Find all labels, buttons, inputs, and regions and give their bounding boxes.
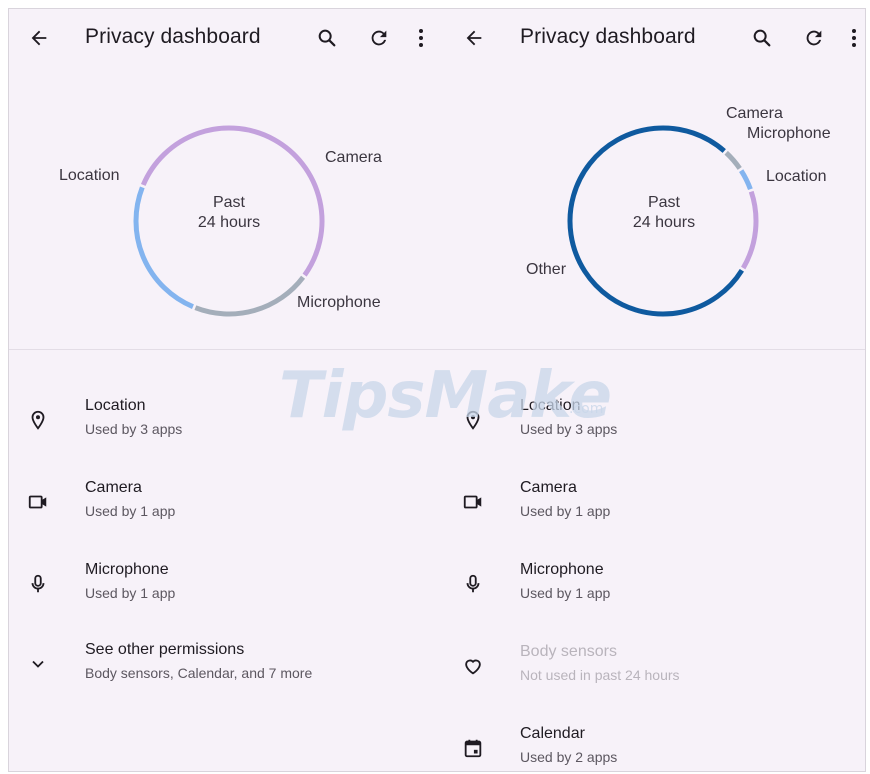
permission-title: Location: [85, 397, 146, 414]
permission-subtitle: Used by 3 apps: [520, 421, 618, 437]
permission-subtitle: Used by 1 app: [85, 585, 176, 601]
permission-row-calendar[interactable]: Calendar Used by 2 apps: [438, 721, 865, 771]
permission-row-body-sensors[interactable]: Body sensors Not used in past 24 hours: [438, 639, 865, 699]
top-app-bar: Privacy dashboard: [438, 9, 865, 67]
section-divider: [9, 349, 865, 350]
search-icon[interactable]: [309, 20, 345, 56]
chart-center-label: Past 24 hours: [179, 193, 279, 233]
donut-segment-camera: [724, 150, 742, 170]
donut-segment-microphone: [739, 169, 753, 191]
permission-subtitle: Body sensors, Calendar, and 7 more: [85, 665, 313, 681]
permission-row-microphone[interactable]: Microphone Used by 1 app: [9, 557, 438, 617]
more-vert-icon[interactable]: [842, 20, 865, 56]
center-line1: Past: [212, 194, 245, 211]
permission-title: Microphone: [85, 561, 169, 578]
permission-row-camera[interactable]: Camera Used by 1 app: [438, 475, 865, 535]
permission-title: Microphone: [520, 561, 604, 578]
permission-row-location[interactable]: Location Used by 3 apps: [438, 393, 865, 453]
chevron-down-icon: [25, 651, 51, 677]
refresh-icon[interactable]: [361, 20, 397, 56]
permission-subtitle: Used by 1 app: [520, 503, 611, 519]
permission-title: Camera: [520, 479, 577, 496]
heart-icon: [460, 653, 486, 679]
location-pin-icon: [460, 407, 486, 433]
permission-title: Calendar: [520, 725, 585, 742]
permission-title: Camera: [85, 479, 142, 496]
segment-label-location: Location: [766, 168, 827, 185]
permission-row-location[interactable]: Location Used by 3 apps: [9, 393, 438, 453]
permission-title: Location: [520, 397, 581, 414]
arrow-left-icon[interactable]: [456, 20, 492, 56]
donut-segment-camera: [194, 275, 306, 317]
permission-title: Body sensors: [520, 643, 617, 660]
segment-label-camera: Camera: [726, 105, 783, 122]
donut-segment-location: [741, 190, 759, 270]
permission-subtitle: Used by 3 apps: [85, 421, 183, 437]
calendar-icon: [460, 735, 486, 761]
microphone-icon: [25, 571, 51, 597]
privacy-dashboard-left: Privacy dashboard Past 24 hours Location…: [9, 9, 438, 771]
see-other-permissions-row[interactable]: See other permissions Body sensors, Cale…: [9, 637, 438, 697]
segment-label-other: Other: [526, 261, 567, 278]
screenshot-frame: Privacy dashboard Past 24 hours Location…: [8, 8, 866, 772]
permission-subtitle: Used by 1 app: [85, 503, 176, 519]
page-title: Privacy dashboard: [85, 25, 261, 48]
center-line2: 24 hours: [197, 214, 261, 231]
permission-row-microphone[interactable]: Microphone Used by 1 app: [438, 557, 865, 617]
permission-title: See other permissions: [85, 641, 245, 658]
camera-icon: [460, 489, 486, 515]
segment-label-location: Location: [59, 167, 120, 184]
camera-icon: [25, 489, 51, 515]
privacy-dashboard-right: Privacy dashboard Past 24 hours Camera M…: [438, 9, 865, 771]
location-pin-icon: [25, 407, 51, 433]
permission-subtitle: Used by 1 app: [520, 585, 611, 601]
segment-label-camera: Camera: [325, 149, 382, 166]
usage-donut-chart: Past 24 hours Location Camera Microphone: [9, 79, 438, 349]
page-title: Privacy dashboard: [520, 25, 696, 48]
arrow-left-icon[interactable]: [21, 20, 57, 56]
permission-row-camera[interactable]: Camera Used by 1 app: [9, 475, 438, 535]
more-vert-icon[interactable]: [407, 20, 435, 56]
center-line2: 24 hours: [632, 214, 696, 231]
usage-donut-chart: Past 24 hours Camera Microphone Location…: [438, 79, 865, 349]
center-line1: Past: [647, 194, 680, 211]
top-app-bar: Privacy dashboard: [9, 9, 438, 67]
permission-subtitle: Not used in past 24 hours: [520, 667, 680, 683]
permission-subtitle: Used by 2 apps: [520, 749, 618, 765]
refresh-icon[interactable]: [796, 20, 832, 56]
chart-center-label: Past 24 hours: [614, 193, 714, 233]
segment-label-microphone: Microphone: [747, 125, 831, 142]
microphone-icon: [460, 571, 486, 597]
segment-label-microphone: Microphone: [297, 294, 381, 311]
search-icon[interactable]: [744, 20, 780, 56]
